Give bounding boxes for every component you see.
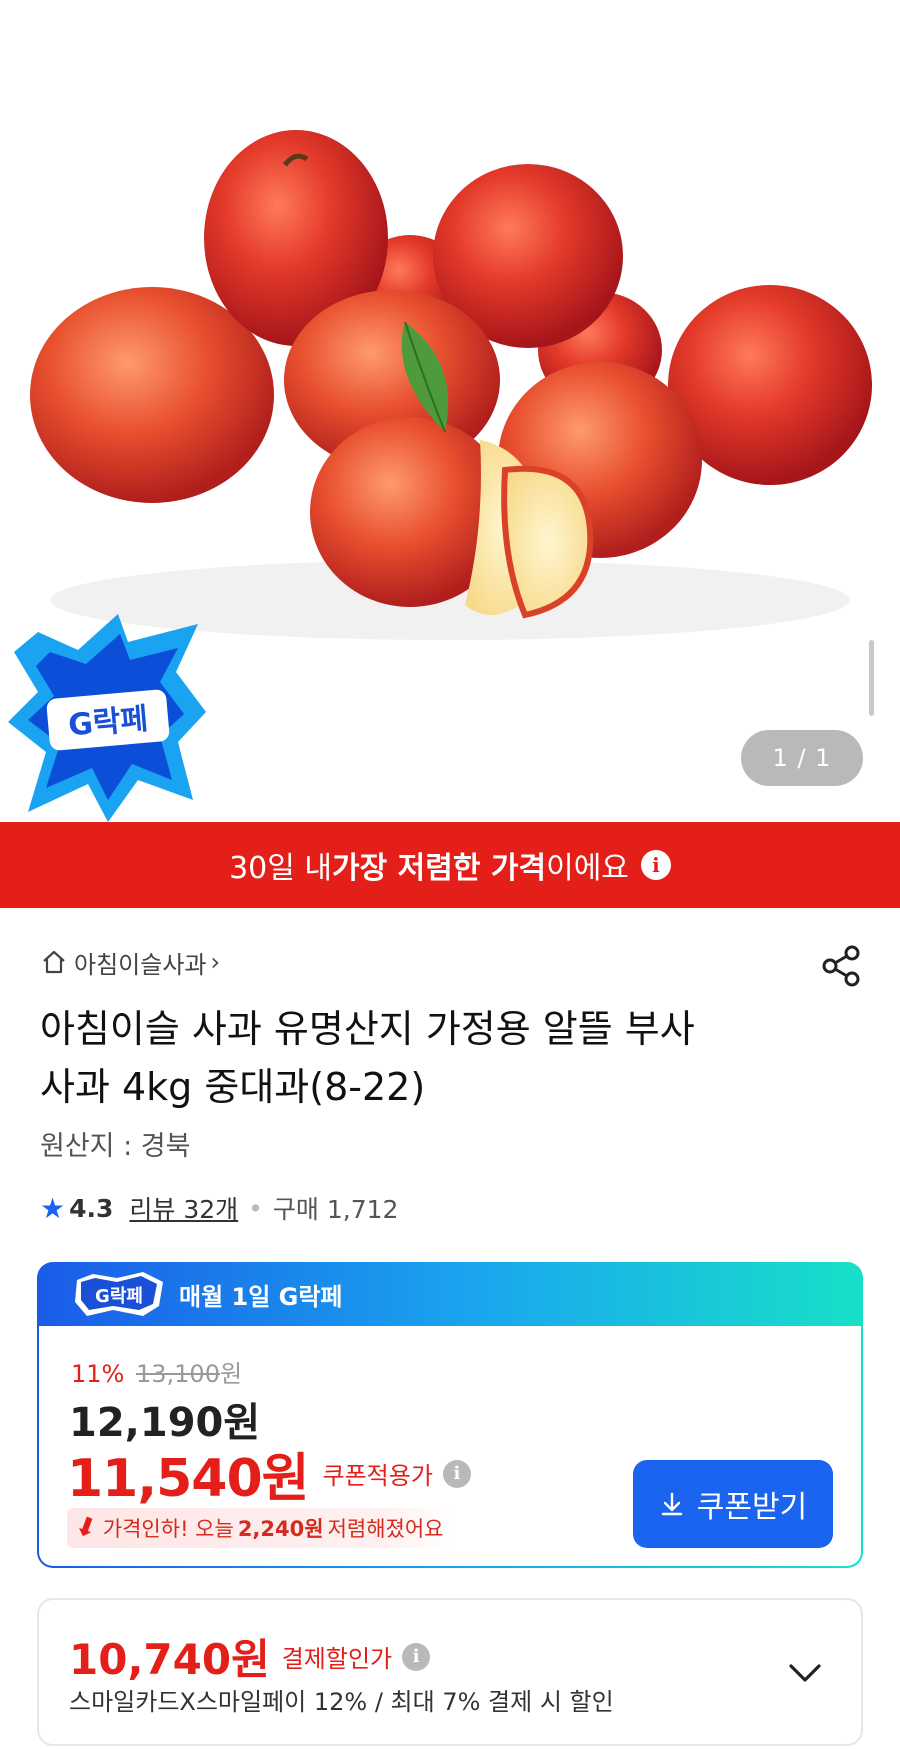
lowest-price-banner[interactable]: 30일 내 가장 저렴한 가격 이에요 i	[0, 822, 900, 908]
shop-link[interactable]: 아침이슬사과 ›	[40, 944, 220, 980]
discount-percent: 11%	[71, 1360, 125, 1388]
arrow-down-icon: ⬇	[70, 1510, 102, 1546]
get-coupon-label: 쿠폰받기	[696, 1490, 808, 1525]
info-icon[interactable]: i	[402, 1642, 431, 1671]
product-image-area[interactable]: G락페 1 / 1	[0, 0, 900, 822]
promo-prefix: 30일 내	[229, 851, 332, 886]
svg-text:G락페: G락페	[67, 702, 150, 744]
original-price: 13,100	[135, 1360, 220, 1388]
coupon-price-row: 11,540원 쿠폰적용가 i	[67, 1436, 471, 1511]
info-icon[interactable]: i	[640, 850, 671, 880]
deal-card-body: 11% 13,100원 12,190원 11,540원 쿠폰적용가 i ⬇ 가격…	[39, 1326, 861, 1566]
promo-bold: 가장 저렴한 가격	[332, 851, 547, 886]
product-title-line2: 사과 4kg 중대과(8-22)	[40, 1065, 426, 1109]
discount-line: 11% 13,100원	[71, 1354, 242, 1389]
promo-suffix: 이에요	[546, 851, 629, 886]
payment-discount-card[interactable]: 10,740원 결제할인가 i 스마일카드X스마일페이 12% / 최대 7% …	[37, 1598, 863, 1746]
download-icon	[661, 1492, 682, 1516]
share-icon[interactable]	[820, 944, 864, 988]
price-drop-notice: ⬇ 가격인하! 오늘 2,240원 저렴해졌어요	[67, 1508, 458, 1548]
coupon-price-label: 쿠폰적용가	[322, 1462, 433, 1490]
drop-amount: 2,240원	[237, 1517, 324, 1541]
product-title-line1: 아침이슬 사과 유명산지 가정용 알뜰 부사	[40, 1007, 695, 1051]
chevron-right-icon: ›	[210, 948, 221, 976]
review-link[interactable]: 리뷰 32개	[129, 1190, 238, 1226]
product-origin: 원산지 : 경북	[40, 1131, 191, 1162]
purchase-count: 구매 1,712	[272, 1195, 399, 1224]
g-festival-mini-badge: G락페	[75, 1272, 163, 1316]
drop-suffix: 저렴해졌어요	[327, 1517, 444, 1541]
image-scroll-indicator	[869, 640, 874, 716]
shop-name: 아침이슬사과	[74, 950, 207, 979]
mini-badge-text: G락페	[95, 1286, 143, 1307]
info-icon[interactable]: i	[442, 1459, 471, 1488]
payment-description: 스마일카드X스마일페이 12% / 최대 7% 결제 시 할인	[69, 1688, 614, 1716]
g-festival-badge: G락페	[8, 614, 206, 822]
product-title: 아침이슬 사과 유명산지 가정용 알뜰 부사 사과 4kg 중대과(8-22)	[40, 1000, 820, 1116]
star-icon: ★	[40, 1191, 66, 1225]
rating-row: ★ 4.3 리뷰 32개 • 구매 1,712	[40, 1190, 398, 1226]
coupon-price: 11,540원	[67, 1449, 310, 1509]
payment-price: 10,740원	[69, 1635, 270, 1684]
deal-card-title: 매월 1일 G락페	[179, 1282, 343, 1311]
drop-prefix: 가격인하! 오늘	[102, 1517, 234, 1541]
deal-card: G락페 매월 1일 G락페 11% 13,100원 12,190원 11,540…	[37, 1262, 863, 1568]
payment-price-label: 결제할인가	[281, 1645, 393, 1673]
original-price-unit: 원	[219, 1360, 243, 1388]
separator-dot: •	[248, 1193, 263, 1223]
deal-card-header: G락페 매월 1일 G락페	[37, 1262, 863, 1326]
get-coupon-button[interactable]: 쿠폰받기	[633, 1460, 833, 1548]
image-pager: 1 / 1	[741, 730, 863, 786]
payment-price-row: 10,740원 결제할인가 i	[69, 1626, 431, 1687]
rating-score: 4.3	[69, 1193, 114, 1223]
home-icon	[43, 950, 65, 974]
chevron-down-icon[interactable]	[785, 1652, 825, 1692]
